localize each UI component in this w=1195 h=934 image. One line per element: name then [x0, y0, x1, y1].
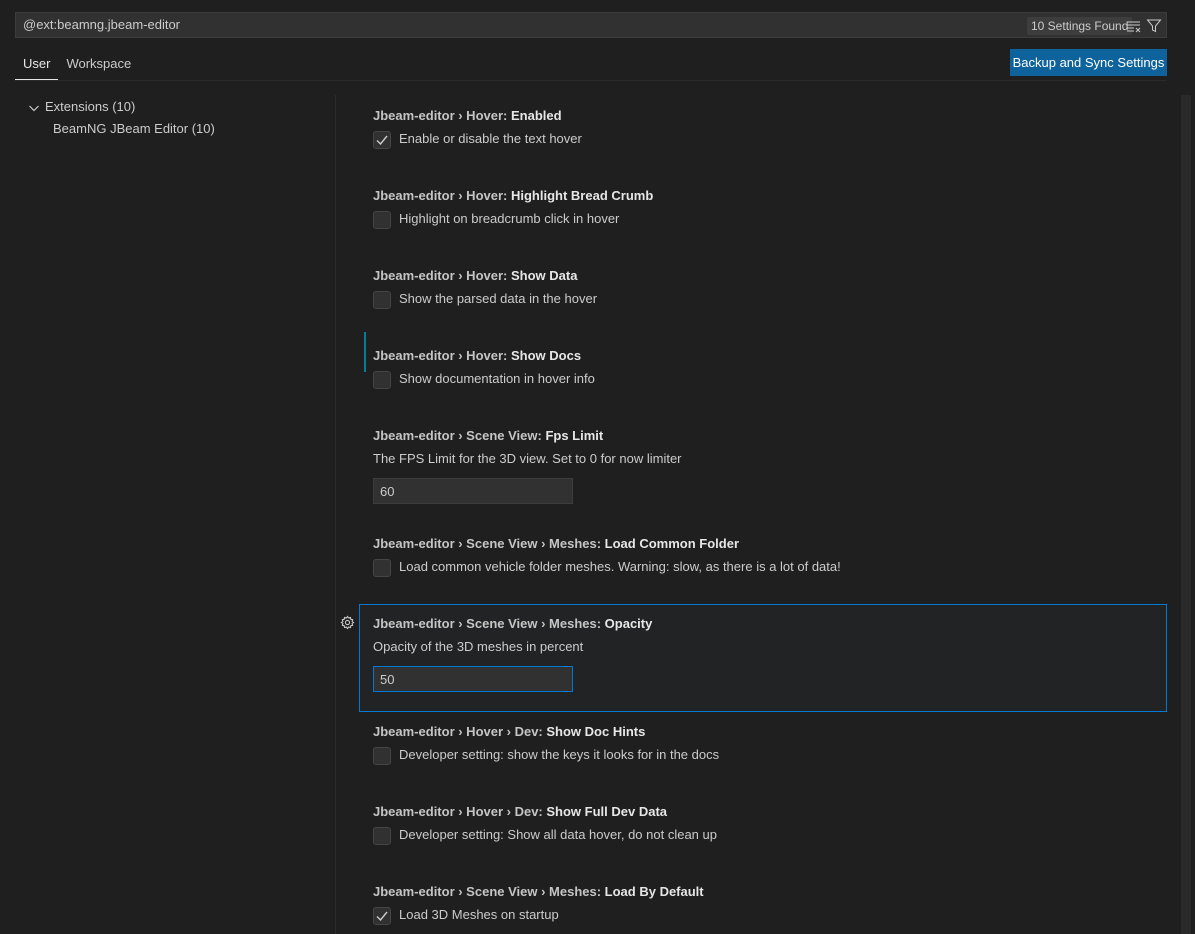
setting-hover-enabled: Jbeam-editor › Hover: Enabled Enable or …	[359, 96, 1167, 176]
setting-title: Jbeam-editor › Hover › Dev: Show Full De…	[373, 804, 668, 819]
setting-title: Jbeam-editor › Hover: Enabled	[373, 108, 562, 123]
chevron-down-icon	[27, 100, 41, 114]
setting-title: Jbeam-editor › Hover: Show Docs	[373, 348, 582, 363]
setting-dev-show-full-dev-data: Jbeam-editor › Hover › Dev: Show Full De…	[359, 792, 1167, 872]
setting-title: Jbeam-editor › Scene View: Fps Limit	[373, 428, 604, 443]
toc-label-beamng-jbeam-editor: BeamNG JBeam Editor (10)	[53, 121, 215, 136]
setting-description: Show the parsed data in the hover	[399, 291, 598, 306]
gear-icon[interactable]	[339, 614, 355, 630]
search-bar: 10 Settings Found	[15, 12, 1167, 38]
setting-description: Load 3D Meshes on startup	[399, 907, 559, 922]
clear-filter-icon[interactable]	[1125, 17, 1143, 35]
setting-description: Load common vehicle folder meshes. Warni…	[399, 559, 841, 574]
settings-toc: Extensions (10) BeamNG JBeam Editor (10)	[15, 96, 333, 140]
fps-limit-input[interactable]	[373, 478, 573, 504]
setting-checkbox[interactable]	[373, 291, 391, 309]
check-icon	[376, 911, 388, 922]
modified-indicator	[364, 332, 366, 372]
search-input[interactable]	[23, 13, 1003, 37]
setting-checkbox[interactable]	[373, 907, 391, 925]
setting-title: Jbeam-editor › Scene View › Meshes: Load…	[373, 884, 704, 899]
toc-label-extensions: Extensions (10)	[45, 99, 136, 114]
setting-checkbox[interactable]	[373, 747, 391, 765]
setting-meshes-load-by-default: Jbeam-editor › Scene View › Meshes: Load…	[359, 872, 1167, 934]
toc-item-extensions[interactable]: Extensions (10)	[15, 96, 333, 118]
setting-description: Opacity of the 3D meshes in percent	[373, 639, 584, 654]
pane-divider	[335, 95, 336, 934]
settings-scope-tabs: User Workspace	[15, 50, 139, 80]
filter-icon[interactable]	[1145, 17, 1163, 35]
setting-title: Jbeam-editor › Hover: Highlight Bread Cr…	[373, 188, 654, 203]
setting-title: Jbeam-editor › Scene View › Meshes: Opac…	[373, 616, 653, 631]
settings-list: Jbeam-editor › Hover: Enabled Enable or …	[339, 96, 1167, 934]
setting-hover-show-docs: Jbeam-editor › Hover: Show Docs Show doc…	[359, 332, 1167, 416]
setting-title: Jbeam-editor › Hover › Dev: Show Doc Hin…	[373, 724, 646, 739]
setting-title: Jbeam-editor › Hover: Show Data	[373, 268, 578, 283]
setting-description: The FPS Limit for the 3D view. Set to 0 …	[373, 451, 682, 466]
check-icon	[376, 135, 388, 146]
tab-user[interactable]: User	[15, 50, 59, 80]
setting-description: Developer setting: show the keys it look…	[399, 747, 720, 762]
backup-sync-button[interactable]: Backup and Sync Settings	[1010, 49, 1167, 76]
setting-description: Highlight on breadcrumb click in hover	[399, 211, 620, 226]
settings-count-badge: 10 Settings Found	[1027, 17, 1133, 35]
setting-meshes-opacity: Jbeam-editor › Scene View › Meshes: Opac…	[339, 604, 1167, 712]
setting-meshes-load-common-folder: Jbeam-editor › Scene View › Meshes: Load…	[359, 524, 1167, 604]
setting-description: Developer setting: Show all data hover, …	[399, 827, 717, 842]
setting-checkbox[interactable]	[373, 559, 391, 577]
vertical-scrollbar[interactable]	[1181, 95, 1191, 934]
setting-description: Enable or disable the text hover	[399, 131, 582, 146]
setting-dev-show-doc-hints: Jbeam-editor › Hover › Dev: Show Doc Hin…	[359, 712, 1167, 792]
setting-hover-show-data: Jbeam-editor › Hover: Show Data Show the…	[359, 256, 1167, 372]
setting-title: Jbeam-editor › Scene View › Meshes: Load…	[373, 536, 740, 551]
tab-workspace[interactable]: Workspace	[58, 50, 139, 80]
setting-description: Show documentation in hover info	[399, 371, 595, 386]
toc-item-beamng-jbeam-editor[interactable]: BeamNG JBeam Editor (10)	[15, 118, 333, 140]
settings-editor: 10 Settings Found User Workspace Backup …	[0, 0, 1195, 934]
tabs-divider	[15, 80, 1167, 81]
setting-checkbox[interactable]	[373, 371, 391, 389]
setting-checkbox[interactable]	[373, 211, 391, 229]
setting-checkbox[interactable]	[373, 131, 391, 149]
opacity-input[interactable]	[373, 666, 573, 692]
setting-hover-highlight-bread-crumb: Jbeam-editor › Hover: Highlight Bread Cr…	[359, 176, 1167, 256]
setting-scene-view-fps-limit: Jbeam-editor › Scene View: Fps Limit The…	[359, 416, 1167, 524]
setting-checkbox[interactable]	[373, 827, 391, 845]
